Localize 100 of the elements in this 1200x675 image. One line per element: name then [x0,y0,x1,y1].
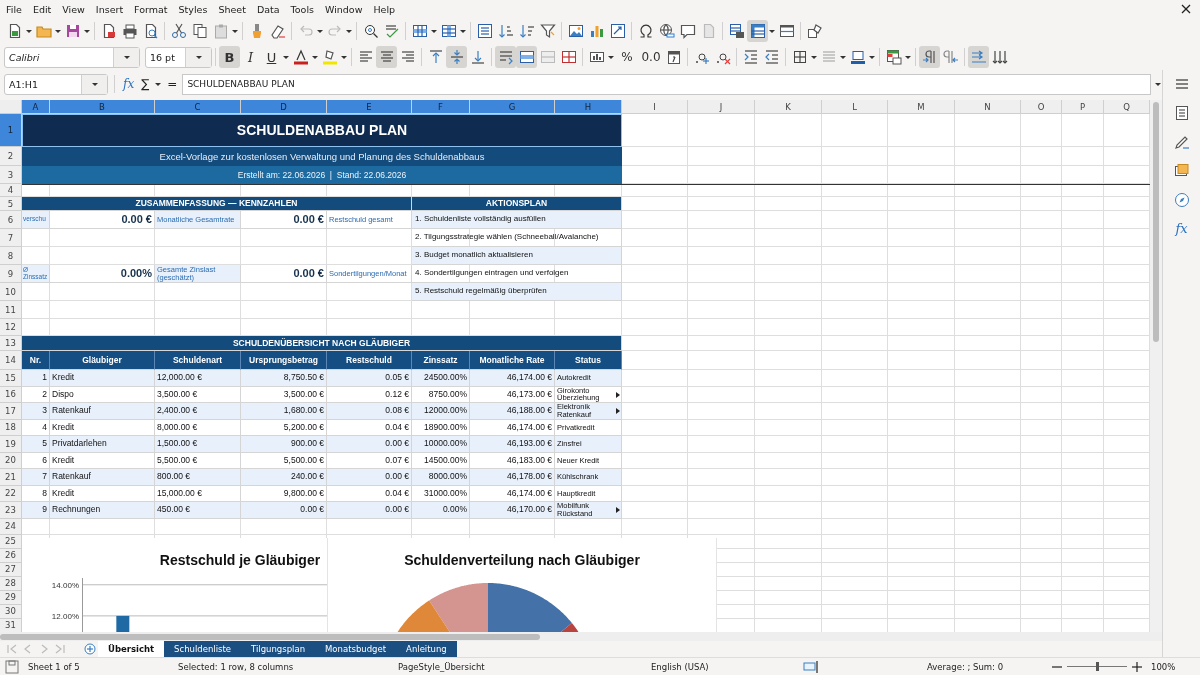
column-heading: Gläubiger [50,351,155,370]
table-cell: 8000.00% [412,469,470,486]
freeze-button[interactable] [747,20,768,42]
table-cell: 46,193.00 € [470,436,555,453]
menu-icon[interactable] [1173,76,1190,92]
formula-field[interactable]: SCHULDENABBAU PLAN [182,73,1151,95]
add-sheet-icon[interactable] [82,641,98,657]
functions-button[interactable]: fx [1175,221,1188,236]
column-header[interactable]: F [412,100,470,114]
table-cell: 0.08 € [327,403,412,420]
gallery-icon[interactable] [1173,163,1190,179]
redo-icon [326,23,343,39]
align-middle-button[interactable] [446,46,467,68]
column-header[interactable]: B [50,100,155,114]
action-item: 5. Restschuld regelmäßig überprüfen [412,283,622,301]
menu-item[interactable]: Insert [95,3,124,15]
scrollbar-thumb[interactable] [1153,102,1159,342]
table-cell: 900.00 € [241,436,327,453]
menu-item[interactable]: Window [324,3,363,15]
italic-button[interactable]: I [240,46,261,68]
number-format-button[interactable]: % [615,46,639,68]
row-header[interactable]: 2 [0,147,22,166]
table-cell: 8,750.50 € [241,370,327,387]
column-heading: Monatliche Rate [470,351,555,370]
formula-button[interactable]: = [165,77,180,91]
row-header[interactable]: 6 [0,211,22,229]
align-center-icon [378,49,395,65]
pen-icon[interactable] [1173,134,1190,150]
column-header[interactable]: H [555,100,622,114]
merge-cells-icon [539,49,556,65]
row-header[interactable]: 21 [0,469,22,486]
row-header[interactable]: 11 [0,301,22,319]
find-replace-icon [362,23,379,39]
row-header[interactable]: 8 [0,247,22,265]
row-header[interactable]: 4 [0,184,22,197]
column-header[interactable]: P [1062,100,1104,114]
column-heading: Status [555,351,622,370]
number-format-button[interactable]: 0.0 [639,46,663,68]
column-heading: Ursprungsbetrag [241,351,327,370]
merge-center-icon [518,49,535,65]
row-header[interactable]: 15 [0,370,22,387]
row-header[interactable]: 5 [0,197,22,211]
row-header[interactable]: 7 [0,229,22,247]
image-icon [567,23,584,39]
funnel-icon [539,23,556,39]
menu-item[interactable]: Sheet [218,3,246,15]
row-header[interactable]: 3 [0,166,22,184]
menu-item[interactable]: View [62,3,85,15]
table-cell: 1,500.00 € [155,436,241,453]
row-header[interactable]: 13 [0,336,22,351]
sheet-tab[interactable]: Monatsbudget [315,641,397,657]
row-header[interactable]: 17 [0,403,22,420]
menu-item[interactable]: Format [134,3,168,15]
scrollbar-thumb[interactable] [0,634,540,640]
column-header[interactable]: E [327,100,412,114]
row-header[interactable]: 9 [0,265,22,283]
column-header[interactable]: M [888,100,955,114]
menu-item[interactable]: Edit [32,3,52,15]
column-header[interactable]: O [1021,100,1062,114]
column-header[interactable]: K [755,100,822,114]
function-wizard-button[interactable]: fx [121,77,137,91]
properties-icon[interactable] [1173,105,1190,121]
column-header[interactable]: D [241,100,327,114]
row-header[interactable]: 19 [0,436,22,453]
column-header[interactable]: L [822,100,888,114]
row-header[interactable]: 1 [0,114,22,147]
zoom-level: 100% [1150,661,1176,672]
number-format-icon [588,49,605,65]
underline-button[interactable]: U [261,46,282,68]
column-header[interactable]: Q [1104,100,1150,114]
sum-button[interactable]: ∑ [139,77,152,91]
column-header[interactable]: N [955,100,1021,114]
compass-icon[interactable] [1173,192,1190,208]
row-header[interactable]: 10 [0,283,22,301]
sheet-tab[interactable]: Schuldenliste [164,641,241,657]
row-header[interactable]: 12 [0,319,22,336]
row-header[interactable]: 23 [0,502,22,519]
menu-item[interactable]: Styles [178,3,208,15]
column-header[interactable]: I [622,100,688,114]
column-header[interactable]: G [470,100,555,114]
table-cell: Privatdarlehen [50,436,155,453]
sheet-tab[interactable]: Übersicht [98,641,165,657]
column-header[interactable]: A [22,100,50,114]
column-header[interactable]: J [688,100,755,114]
menu-item[interactable]: Help [373,3,396,15]
column-header[interactable]: C [155,100,241,114]
selection-mode-icon[interactable] [803,658,819,675]
left-to-right-button[interactable] [919,46,940,68]
sheet-tab[interactable]: Anleitung [396,641,457,657]
sort-descending-icon [518,23,535,39]
eraser-icon [269,23,286,39]
row-header[interactable]: 14 [0,351,22,370]
bold-button[interactable]: B [219,46,240,68]
menu-item[interactable]: Data [256,3,280,15]
sheet-tab[interactable]: Tilgungsplan [241,641,316,657]
menu-item[interactable]: Tools [290,3,314,15]
wrap-text-button[interactable] [495,46,516,68]
merge-center-button[interactable] [516,46,537,68]
zoom-slider-thumb[interactable] [1095,662,1099,671]
menu-item[interactable]: File [6,3,22,15]
